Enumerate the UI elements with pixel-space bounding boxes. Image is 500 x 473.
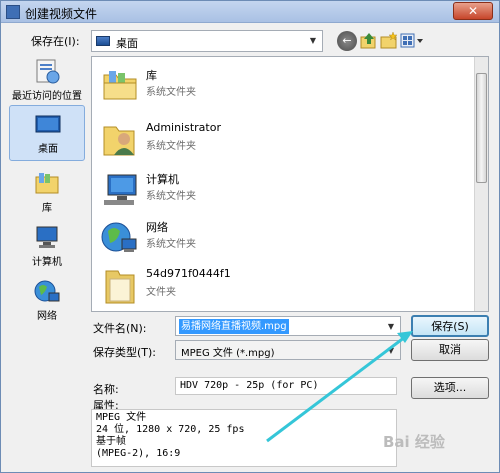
annotation-arrow (266, 331, 413, 443)
watermark: Bai 经验 (383, 433, 445, 451)
save-video-dialog: 创建视频文件 ✕ 保存在(I): 桌面 ▼ ← 最近访问的位置 桌面 库 计算机… (0, 0, 500, 473)
